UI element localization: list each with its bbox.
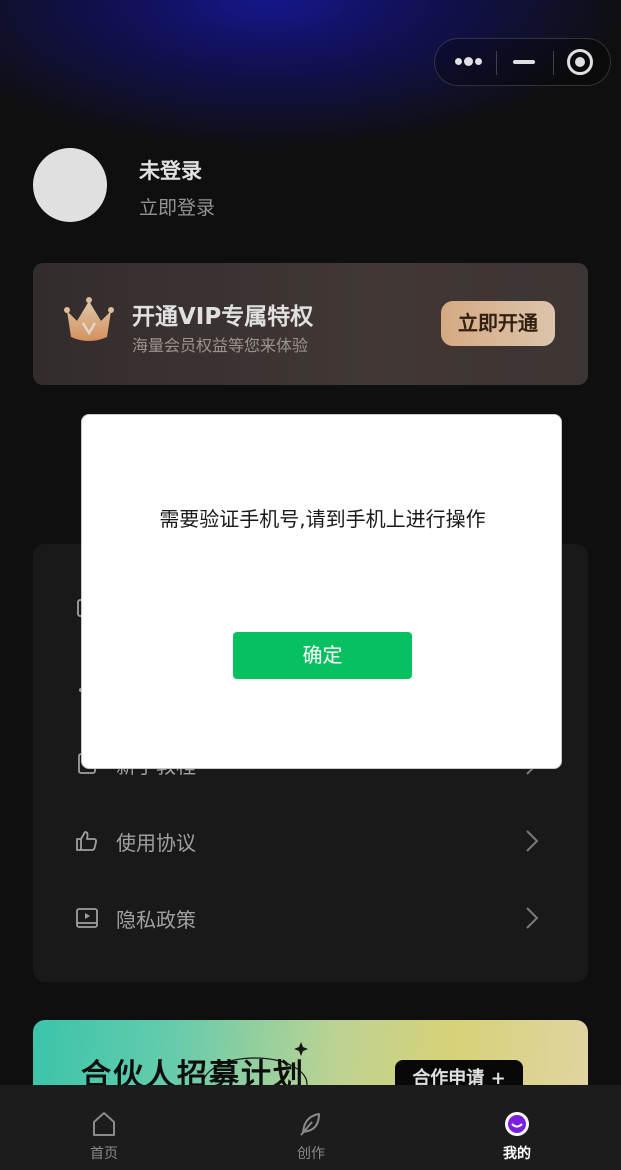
profile-icon	[505, 1112, 529, 1136]
feather-icon	[300, 1113, 320, 1136]
dialog-message: 需要验证手机号,请到手机上进行操作	[159, 507, 486, 531]
tab-bar: 首页 创作 我的	[0, 1085, 621, 1170]
tab-label: 我的	[503, 1146, 531, 1162]
verify-phone-dialog: 需要验证手机号,请到手机上进行操作 确定	[81, 414, 562, 769]
tab-label: 创作	[297, 1146, 325, 1162]
tab-label: 首页	[90, 1146, 118, 1162]
confirm-button[interactable]: 确定	[233, 632, 412, 679]
tab-create[interactable]: 创作	[251, 1085, 371, 1170]
home-icon	[93, 1112, 115, 1136]
tab-home[interactable]: 首页	[44, 1085, 164, 1170]
tab-profile[interactable]: 我的	[457, 1085, 577, 1170]
